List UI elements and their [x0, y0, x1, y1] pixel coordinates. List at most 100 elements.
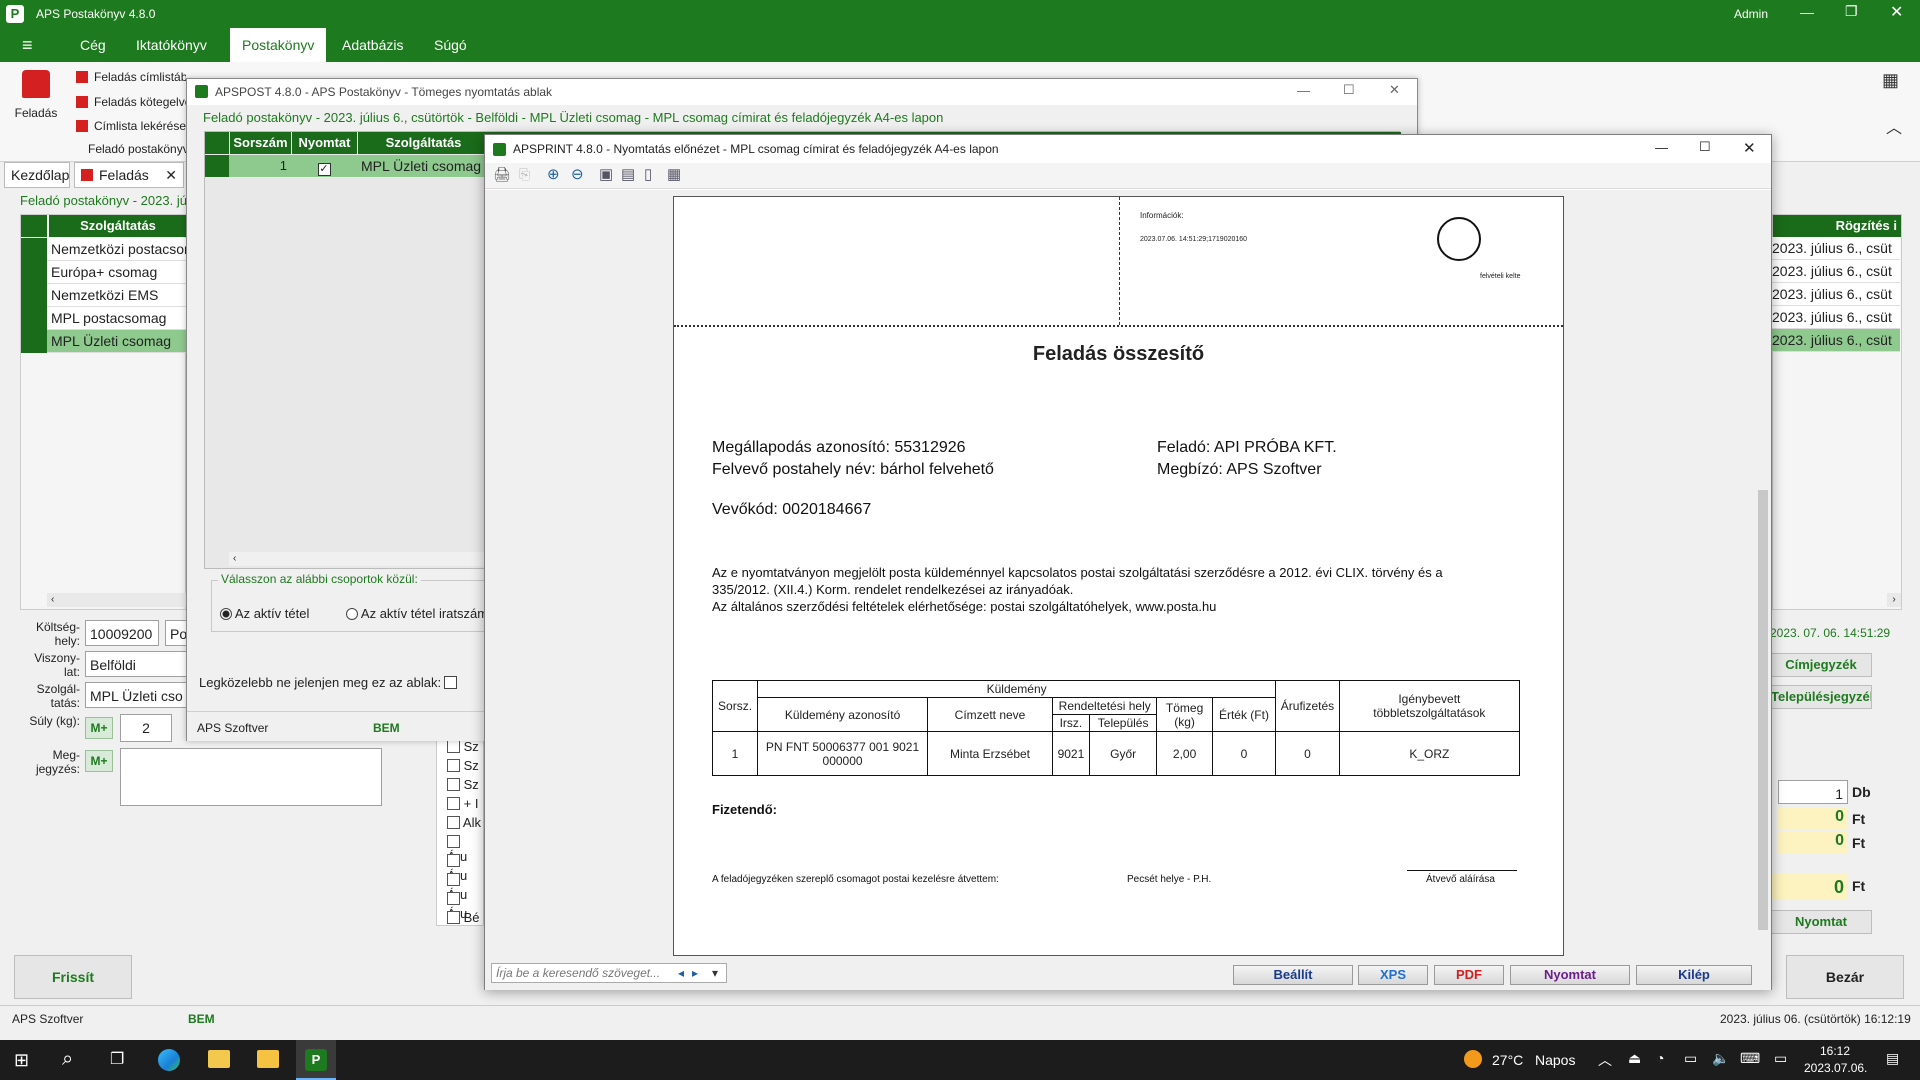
feladas-ribbon-button[interactable]: Feladás — [10, 68, 62, 128]
row-nyomtat-checkbox[interactable]: ✓ — [291, 155, 357, 177]
row-marker — [21, 215, 47, 237]
koltseghely-input[interactable]: 10009200 — [85, 620, 159, 646]
list-item[interactable]: Sz — [447, 758, 479, 773]
vertical-scrollbar[interactable]: › — [1887, 593, 1901, 607]
network-icon[interactable]: ▭ — [1684, 1050, 1697, 1067]
weather-temp[interactable]: 27°C — [1492, 1052, 1523, 1068]
dont-show-checkbox[interactable] — [444, 676, 457, 689]
suly-input[interactable]: 2 — [120, 714, 172, 742]
cimjegyzek-button[interactable]: Címjegyzék — [1770, 653, 1872, 677]
task-view-icon[interactable]: ❐ — [110, 1049, 124, 1069]
mplus-suly-button[interactable]: M+ — [85, 717, 113, 739]
zoom-out-icon[interactable]: ⊖ — [571, 165, 584, 183]
search-icon[interactable]: ⌕ — [62, 1048, 73, 1071]
zoom-in-icon[interactable]: ⊕ — [547, 165, 560, 183]
aps-taskbar-item[interactable]: P — [296, 1040, 336, 1080]
ribbon-item-cimlista[interactable]: Feladás címlistából — [76, 70, 186, 84]
menu-ceg[interactable]: Cég — [70, 28, 116, 62]
search-prev-icon[interactable]: ◂ — [678, 964, 684, 982]
maximize-icon[interactable]: ☐ — [1699, 139, 1711, 155]
volume-icon[interactable]: 🔈 — [1712, 1050, 1729, 1067]
table-row[interactable]: 1 ✓ MPL Üzleti csomag — [205, 155, 495, 177]
qty-input[interactable]: 1 — [1778, 780, 1848, 804]
weather-icon[interactable] — [1464, 1050, 1482, 1068]
list-item-selected[interactable]: MPL Üzleti csomag — [21, 330, 187, 353]
nyomtat-button[interactable]: Nyomtat — [1770, 910, 1872, 934]
list-item[interactable]: Nemzetközi EMS — [21, 284, 187, 307]
list-item[interactable]: Nemzetközi postacsomag — [21, 238, 187, 261]
minimize-icon[interactable]: — — [1800, 4, 1814, 20]
close-icon[interactable]: ✕ — [1890, 2, 1903, 22]
hamburger-menu-icon[interactable]: ≡ — [22, 36, 33, 54]
ribbon-item-lekeres[interactable]: Címlista lekérése — [76, 119, 186, 133]
radio-selected-icon — [220, 608, 232, 620]
frissit-button[interactable]: Frissít — [14, 955, 132, 999]
tray-chevron-up-icon[interactable]: ︿ — [1598, 1050, 1612, 1070]
copy-icon[interactable]: ⎘ — [519, 166, 530, 183]
tab-feladas[interactable]: Feladás ✕ — [74, 162, 184, 188]
list-item[interactable]: Európa+ csomag — [21, 261, 187, 284]
koltseghely-input-2[interactable]: Po — [165, 620, 187, 646]
collapse-ribbon-icon[interactable]: ︿ — [1886, 114, 1902, 138]
close-tab-icon[interactable]: ✕ — [165, 163, 177, 187]
horizontal-scrollbar[interactable]: ‹ — [47, 593, 187, 607]
close-icon[interactable]: ✕ — [1389, 82, 1400, 98]
col-rendelt: Rendeltetési hely — [1051, 697, 1158, 715]
search-next-icon[interactable]: ▸ — [692, 964, 698, 982]
cell-irsz: 9021 — [1051, 731, 1090, 776]
close-icon[interactable]: ✕ — [1743, 139, 1756, 157]
minimize-icon[interactable]: — — [1655, 140, 1668, 155]
tray-icon-2[interactable]: ◔ — [1656, 1050, 1664, 1066]
sticky-notes-icon[interactable] — [208, 1050, 230, 1068]
keyboard-icon[interactable]: ⌨ — [1740, 1050, 1760, 1067]
bezar-button[interactable]: Bezár — [1786, 955, 1904, 999]
fit-width-icon[interactable]: ▤ — [621, 165, 635, 183]
kilep-button[interactable]: Kilép — [1636, 965, 1752, 985]
horizontal-scrollbar[interactable]: ‹ — [229, 552, 499, 566]
list-item[interactable]: MPL postacsomag — [21, 307, 187, 330]
display-icon[interactable]: ▭ — [1774, 1050, 1787, 1067]
tray-icon-1[interactable]: ⏏ — [1628, 1050, 1641, 1067]
notification-icon[interactable]: ▤ — [1886, 1050, 1899, 1067]
beallit-button[interactable]: Beállít — [1233, 965, 1353, 985]
nyomtat-print-button[interactable]: Nyomtat — [1510, 965, 1630, 985]
maximize-icon[interactable]: ☐ — [1343, 82, 1355, 98]
scrollbar-thumb[interactable] — [1758, 490, 1768, 930]
print-icon[interactable]: 🖨 — [493, 166, 511, 183]
list-item[interactable]: Sz — [447, 777, 479, 792]
clock-date[interactable]: 2023.07.06. — [1804, 1061, 1867, 1075]
single-page-icon[interactable]: ▯ — [644, 165, 652, 183]
list-item[interactable]: + I — [447, 796, 478, 811]
clock-time[interactable]: 16:12 — [1820, 1044, 1850, 1058]
fit-page-icon[interactable]: ▣ — [599, 165, 613, 183]
mplus-megj-button[interactable]: M+ — [85, 750, 113, 772]
edge-icon[interactable] — [158, 1049, 180, 1071]
menu-iktatokonyv[interactable]: Iktatókönyv — [126, 28, 217, 62]
list-item[interactable]: Bé — [447, 910, 480, 924]
viszonylat-select[interactable]: Belföldi — [85, 651, 187, 677]
weather-text[interactable]: Napos — [1535, 1052, 1575, 1068]
xps-button[interactable]: XPS — [1358, 965, 1428, 985]
list-item[interactable]: Sz — [447, 739, 479, 754]
menu-adatbazis[interactable]: Adatbázis — [332, 28, 413, 62]
radio-aktiv-tetel[interactable]: Az aktív tétel — [220, 606, 309, 621]
restore-icon[interactable]: ❐ — [1845, 3, 1858, 20]
multi-page-icon[interactable]: ▦ — [667, 165, 681, 183]
szolgaltatas-select[interactable]: MPL Üzleti cso — [85, 682, 187, 708]
list-item[interactable]: Alk — [447, 815, 481, 830]
chevron-down-icon[interactable]: ▾ — [712, 964, 718, 982]
minimize-icon[interactable]: — — [1297, 83, 1310, 98]
menu-sugo[interactable]: Súgó — [424, 28, 477, 62]
user-name[interactable]: Admin — [1734, 7, 1768, 21]
layout-icon[interactable]: ▦ — [1882, 70, 1899, 91]
pdf-button[interactable]: PDF — [1434, 965, 1504, 985]
windows-start-icon[interactable]: ⊞ — [14, 1050, 29, 1071]
menu-postakonyv[interactable]: Postakönyv — [230, 28, 327, 62]
megjegyzes-textarea[interactable] — [120, 748, 382, 806]
ribbon-item-koteg[interactable]: Feladás kötegelve — [76, 95, 186, 109]
file-explorer-icon[interactable] — [257, 1050, 279, 1068]
search-input[interactable]: Írja be a keresendő szöveget... ◂ ▸ ▾ — [491, 963, 727, 983]
tab-kezdolap[interactable]: Kezdőlap — [4, 162, 70, 188]
telepulesjegyzek-button[interactable]: Településjegyzék — [1770, 685, 1872, 709]
vertical-scrollbar[interactable] — [1755, 190, 1771, 990]
